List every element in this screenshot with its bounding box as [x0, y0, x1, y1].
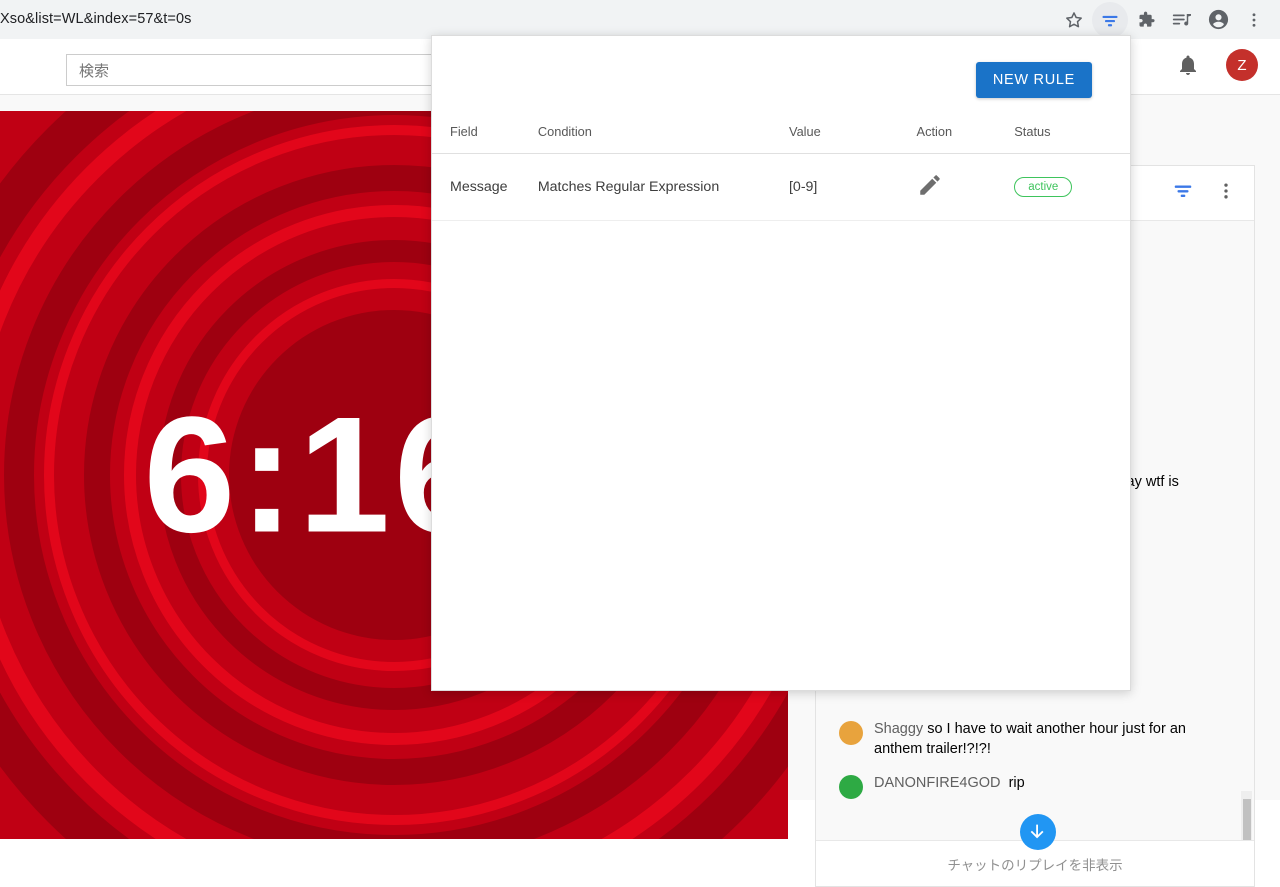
cell-action — [917, 154, 1015, 221]
table-header-row: Field Condition Value Action Status — [432, 114, 1130, 154]
rules-table-head: Field Condition Value Action Status — [432, 114, 1130, 154]
avatar[interactable]: Z — [1226, 49, 1258, 81]
avatar — [839, 721, 863, 745]
extension-popup: NEW RULE Field Condition Value Action St… — [431, 35, 1131, 691]
pencil-edit-icon[interactable] — [917, 186, 943, 202]
popup-toolbar: NEW RULE — [432, 36, 1130, 114]
playlist-music-icon[interactable] — [1164, 2, 1200, 38]
column-header-field: Field — [432, 114, 538, 154]
chat-message-text: rip — [1009, 775, 1025, 791]
bell-icon[interactable] — [1176, 53, 1200, 77]
column-header-status: Status — [1014, 114, 1130, 154]
table-row[interactable]: Message Matches Regular Expression [0-9]… — [432, 154, 1130, 221]
avatar-letter: Z — [1237, 57, 1246, 74]
list-item: Shaggy so I have to wait another hour ju… — [840, 719, 1190, 759]
column-header-value: Value — [789, 114, 917, 154]
puzzle-piece-icon[interactable] — [1128, 2, 1164, 38]
avatar — [839, 775, 863, 799]
new-rule-button[interactable]: NEW RULE — [976, 62, 1092, 98]
scroll-to-bottom-button[interactable] — [1020, 814, 1056, 850]
chat-message-author[interactable]: DANONFIRE4GOD — [874, 775, 1001, 791]
arrow-down-icon — [1027, 821, 1049, 843]
rules-table: Field Condition Value Action Status Mess… — [432, 114, 1130, 221]
cell-status: active — [1014, 154, 1130, 221]
cell-condition: Matches Regular Expression — [538, 154, 789, 221]
status-badge: active — [1014, 177, 1072, 197]
list-item: DANONFIRE4GOD rip — [840, 773, 1190, 793]
account-circle-icon[interactable] — [1200, 2, 1236, 38]
chat-message-author[interactable]: Shaggy — [874, 721, 923, 737]
masthead-actions: Z — [1176, 49, 1258, 81]
filter-extension-icon[interactable] — [1092, 2, 1128, 38]
browser-toolbar: Xso&list=WL&index=57&t=0s — [0, 0, 1280, 39]
cell-value: [0-9] — [789, 154, 917, 221]
cell-field: Message — [432, 154, 538, 221]
rules-table-body: Message Matches Regular Expression [0-9]… — [432, 154, 1130, 221]
omnibox-url[interactable]: Xso&list=WL&index=57&t=0s — [0, 11, 192, 27]
column-header-condition: Condition — [538, 114, 789, 154]
three-dot-menu-icon[interactable] — [1236, 2, 1272, 38]
star-icon[interactable] — [1056, 2, 1092, 38]
filter-icon[interactable] — [1172, 180, 1194, 207]
column-header-action: Action — [917, 114, 1015, 154]
three-dot-menu-icon[interactable] — [1216, 181, 1236, 206]
omnibox-actions — [1056, 0, 1272, 39]
search-placeholder: 検索 — [79, 60, 109, 81]
hide-chat-replay-label: チャットのリプレイを非表示 — [947, 854, 1122, 874]
